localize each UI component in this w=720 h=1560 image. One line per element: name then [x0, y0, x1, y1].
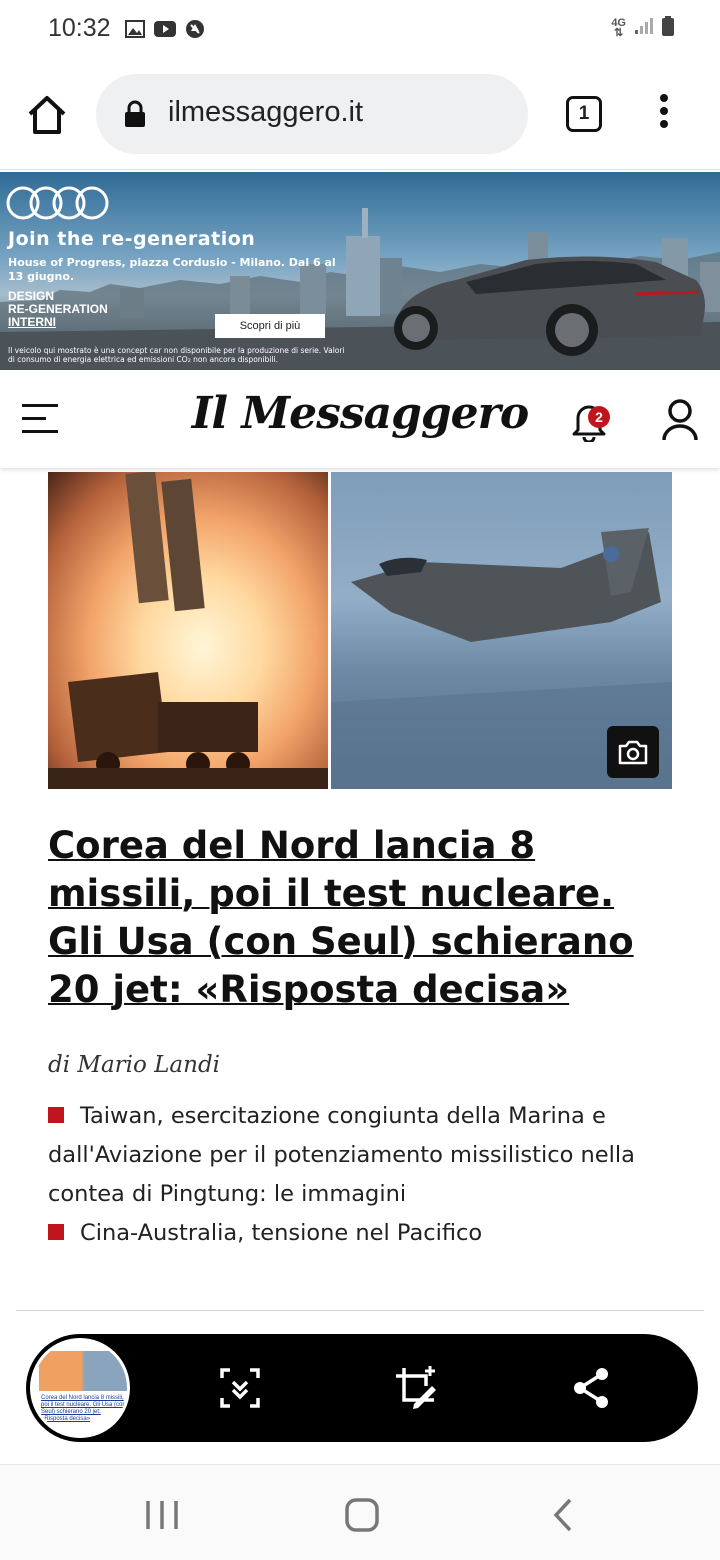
site-header: Il Messaggero	[0, 370, 720, 468]
related-article-link[interactable]: Cina-Australia, tensione nel Pacifico	[48, 1214, 672, 1253]
blocked-icon	[184, 18, 206, 40]
status-bar: 10:32 4G ⇅	[0, 0, 720, 60]
system-icons: 4G ⇅	[611, 16, 674, 40]
ad-title: Join the re-generation	[8, 228, 256, 250]
network-type: 4G ⇅	[611, 17, 626, 39]
scroll-capture-icon[interactable]	[216, 1364, 264, 1412]
interni-logo: DESIGN RE-GENERATION INTERNI	[8, 289, 108, 329]
youtube-icon	[154, 18, 176, 40]
user-icon[interactable]	[660, 398, 700, 442]
thumbnail-image	[39, 1351, 127, 1391]
tab-switcher-button[interactable]: 1	[566, 96, 602, 132]
notification-badge: 2	[588, 406, 610, 428]
system-nav-bar	[0, 1464, 720, 1560]
home-nav-icon[interactable]	[342, 1495, 382, 1535]
lock-icon	[124, 100, 146, 128]
related-article-link[interactable]: Taiwan, esercitazione congiunta della Ma…	[48, 1097, 672, 1214]
camera-icon[interactable]	[607, 726, 659, 778]
recents-icon[interactable]	[142, 1495, 182, 1535]
related-articles: Taiwan, esercitazione congiunta della Ma…	[48, 1097, 672, 1253]
missile-launch-image	[48, 472, 328, 789]
url-bar[interactable]: ilmessaggero.it	[96, 74, 528, 154]
browser-toolbar: ilmessaggero.it 1	[0, 60, 720, 170]
ad-cta-button[interactable]: Scopri di più	[215, 314, 325, 338]
bullet-icon	[48, 1224, 64, 1240]
ad-subtitle: House of Progress, piazza Cordusio - Mil…	[8, 256, 336, 283]
signal-icon	[634, 17, 654, 39]
status-time: 10:32	[48, 14, 111, 42]
thumbnail-text: Corea del Nord lancia 8 missili, poi il …	[41, 1395, 126, 1422]
screenshot-thumbnail[interactable]: Corea del Nord lancia 8 missili, poi il …	[30, 1338, 130, 1438]
notification-icons	[124, 18, 206, 40]
back-icon[interactable]	[544, 1495, 584, 1535]
article-headline[interactable]: Corea del Nord lancia 8 missili, poi il …	[48, 822, 672, 1014]
site-logo[interactable]: Il Messaggero	[0, 388, 720, 439]
audi-logo-icon	[6, 186, 109, 220]
share-icon[interactable]	[568, 1364, 616, 1412]
hero-image[interactable]	[48, 472, 672, 789]
screenshot-toolbar: Corea del Nord lancia 8 missili, poi il …	[26, 1334, 698, 1442]
crop-edit-icon[interactable]	[392, 1364, 440, 1412]
divider	[16, 1310, 704, 1311]
home-button[interactable]	[22, 90, 72, 140]
data-arrows-icon: ⇅	[614, 27, 624, 39]
bullet-icon	[48, 1107, 64, 1123]
more-options-icon[interactable]	[652, 94, 676, 134]
image-icon	[124, 18, 146, 40]
ad-disclaimer: Il veicolo qui mostrato è una concept ca…	[8, 346, 345, 364]
article-byline: di Mario Landi	[48, 1052, 221, 1078]
battery-icon	[662, 16, 674, 40]
url-text: ilmessaggero.it	[168, 96, 364, 128]
car-image	[394, 256, 705, 356]
ad-banner[interactable]: Join the re-generation House of Progress…	[0, 172, 720, 370]
home-icon	[28, 96, 66, 134]
